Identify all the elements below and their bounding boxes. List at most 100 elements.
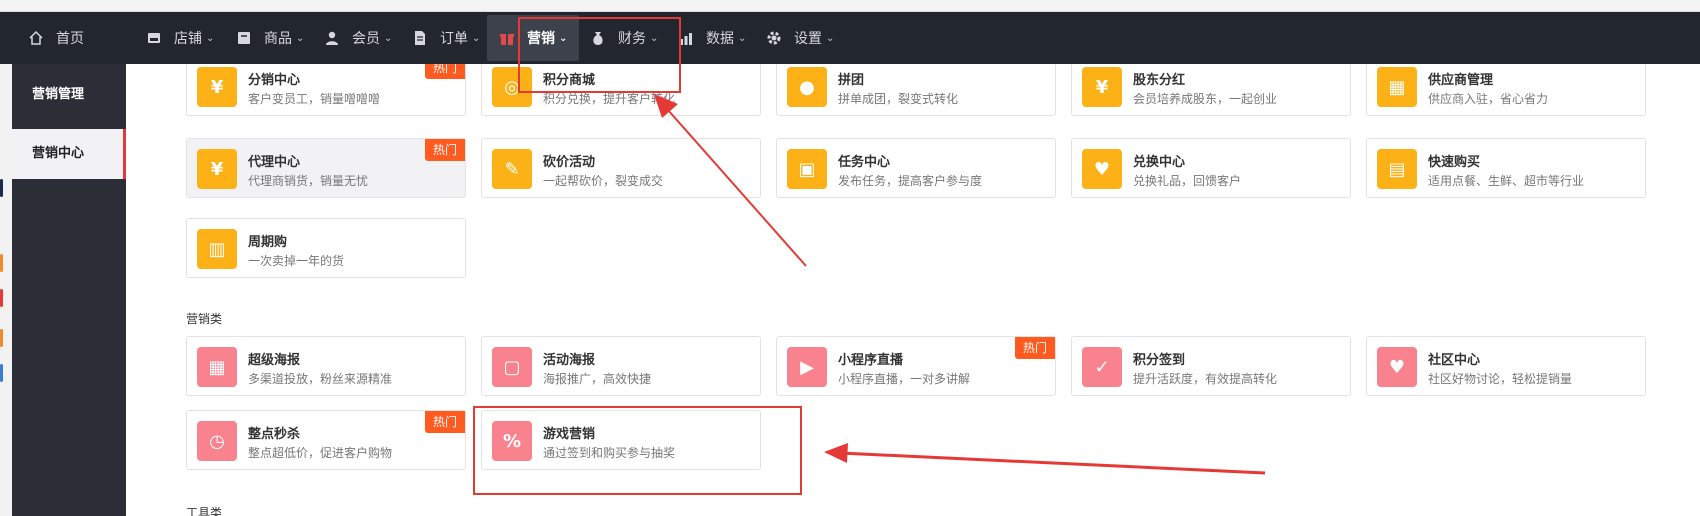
store-icon (146, 30, 162, 46)
card-points-signin[interactable]: ✓ 积分签到 提升活跃度，有效提高转化 (1071, 336, 1351, 396)
goods-icon (236, 30, 252, 46)
nav-home[interactable]: 首页 (28, 12, 84, 64)
card-desc: 兑换礼品，回馈客户 (1133, 174, 1242, 188)
card-agent-center[interactable]: ¥ 代理中心 代理商销货，销量无忧 热门 (186, 138, 466, 198)
card-supplier-management[interactable]: ▦ 供应商管理 供应商入驻，省心省力 (1366, 64, 1646, 116)
building-icon: ▦ (1377, 67, 1417, 107)
card-activity-poster[interactable]: ▢ 活动海报 海报推广，高效快捷 (481, 336, 761, 396)
hot-badge: 热门 (425, 139, 465, 161)
nav-member[interactable]: 会员 ⌄ (324, 12, 392, 64)
sidebar: 营销管理 营销中心 (12, 64, 126, 516)
nav-goods[interactable]: 商品 ⌄ (236, 12, 304, 64)
card-mini-program-live[interactable]: ▶ 小程序直播 小程序直播，一对多讲解 热门 (776, 336, 1056, 396)
heart-star-icon: ♥ (1377, 347, 1417, 387)
qrcode-icon: ▦ (197, 347, 237, 387)
card-bargain[interactable]: ✎ 砍价活动 一起帮砍价，裂变成交 (481, 138, 761, 198)
card-desc: 一起帮砍价，裂变成交 (543, 174, 664, 188)
card-desc: 客户变员工，销量噌噌噌 (248, 92, 381, 106)
top-nav-bar: 首页 店铺 ⌄ 商品 ⌄ 会员 ⌄ 订单 ⌄ 营销 ⌄ 财务 ⌄ 数据 ⌄ 设置… (0, 12, 1700, 64)
section-label-tools: 工具类 (186, 506, 223, 516)
money-bag-icon (590, 30, 606, 46)
card-desc: 整点超低价，促进客户购物 (248, 446, 393, 460)
card-shareholder-dividend[interactable]: ¥ 股东分红 会员培养成股东，一起创业 (1071, 64, 1351, 116)
card-flash-sale[interactable]: ◷ 整点秒杀 整点超低价，促进客户购物 热门 (186, 410, 466, 470)
card-title: 社区中心 (1428, 353, 1481, 368)
nav-finance-label: 财务 (618, 31, 646, 47)
card-title: 分销中心 (248, 73, 301, 88)
chart-icon (678, 30, 694, 46)
order-icon (412, 30, 428, 46)
browser-side-strip (0, 64, 12, 516)
nav-finance[interactable]: 财务 ⌄ (590, 12, 658, 64)
card-exchange-center[interactable]: ♥ 兑换中心 兑换礼品，回馈客户 (1071, 138, 1351, 198)
strip-tab-icon (0, 289, 3, 307)
tv-live-icon: ▶ (787, 347, 827, 387)
card-title: 积分签到 (1133, 353, 1186, 368)
card-title: 兑换中心 (1133, 155, 1186, 170)
nav-order[interactable]: 订单 ⌄ (412, 12, 480, 64)
card-desc: 会员培养成股东，一起创业 (1133, 92, 1278, 106)
card-title: 任务中心 (838, 155, 891, 170)
card-desc: 拼单成团，裂变式转化 (838, 92, 959, 106)
poster-icon: ▢ (492, 347, 532, 387)
card-desc: 供应商入驻，省心省力 (1428, 92, 1549, 106)
calendar-check-icon: ✓ (1082, 347, 1122, 387)
sidebar-item-marketing-management[interactable]: 营销管理 (12, 70, 126, 120)
card-desc: 通过签到和购买参与抽奖 (543, 446, 676, 460)
card-desc: 多渠道投放，粉丝来源精准 (248, 372, 393, 386)
alarm-clock-icon: ◷ (197, 421, 237, 461)
sidebar-item-marketing-center[interactable]: 营销中心 (12, 129, 126, 179)
hot-badge: 热门 (1015, 337, 1055, 359)
dividend-icon: ¥ (1082, 67, 1122, 107)
chevron-down-icon: ⌄ (738, 32, 747, 44)
card-group-buy[interactable]: ● 拼团 拼单成团，裂变式转化 (776, 64, 1056, 116)
distribution-icon: ¥ (197, 67, 237, 107)
price-tag-icon: ✎ (492, 149, 532, 189)
card-title: 拼团 (838, 73, 865, 88)
card-super-poster[interactable]: ▦ 超级海报 多渠道投放，粉丝来源精准 (186, 336, 466, 396)
user-icon (324, 30, 340, 46)
card-title: 快速购买 (1428, 155, 1481, 170)
card-desc: 提升活跃度，有效提高转化 (1133, 372, 1278, 386)
card-desc: 适用点餐、生鲜、超市等行业 (1428, 174, 1585, 188)
card-title: 周期购 (248, 235, 288, 250)
percent-icon: % (492, 421, 532, 461)
card-title: 积分商城 (543, 73, 596, 88)
hot-badge: 热门 (425, 64, 465, 79)
card-desc: 海报推广，高效快捷 (543, 372, 652, 386)
card-title: 活动海报 (543, 353, 596, 368)
chevron-down-icon: ⌄ (296, 32, 305, 44)
gift-icon (499, 30, 515, 46)
card-desc: 代理商销货，销量无忧 (248, 174, 369, 188)
nav-data[interactable]: 数据 ⌄ (678, 12, 746, 64)
chevron-down-icon: ⌄ (826, 32, 835, 44)
chevron-down-icon: ⌄ (472, 32, 481, 44)
nav-data-label: 数据 (706, 31, 734, 47)
hot-badge: 热门 (425, 411, 465, 433)
card-desc: 发布任务，提高客户参与度 (838, 174, 983, 188)
card-task-center[interactable]: ▣ 任务中心 发布任务，提高客户参与度 (776, 138, 1056, 198)
chevron-down-icon: ⌄ (650, 32, 659, 44)
nav-goods-label: 商品 (264, 31, 292, 47)
nav-order-label: 订单 (440, 31, 468, 47)
chevron-down-icon: ⌄ (559, 32, 568, 44)
nav-marketing[interactable]: 营销 ⌄ (487, 15, 580, 61)
card-distribution-center[interactable]: ¥ 分销中心 客户变员工，销量噌噌噌 热门 (186, 64, 466, 116)
nav-settings[interactable]: 设置 ⌄ (766, 12, 834, 64)
calendar-icon: ▥ (197, 229, 237, 269)
chevron-down-icon: ⌄ (206, 32, 215, 44)
home-icon (28, 30, 44, 46)
card-game-marketing[interactable]: % 游戏营销 通过签到和购买参与抽奖 (481, 410, 761, 470)
card-title: 游戏营销 (543, 427, 596, 442)
gear-icon (766, 30, 782, 46)
card-points-mall[interactable]: ◎ 积分商城 积分兑换，提升客户转化 (481, 64, 761, 116)
nav-store-label: 店铺 (174, 31, 202, 47)
marketing-center-content: ¥ 分销中心 客户变员工，销量噌噌噌 热门 ◎ 积分商城 积分兑换，提升客户转化… (126, 64, 1700, 516)
card-quick-buy[interactable]: ▤ 快速购买 适用点餐、生鲜、超市等行业 (1366, 138, 1646, 198)
card-periodic-purchase[interactable]: ▥ 周期购 一次卖掉一年的货 (186, 218, 466, 278)
card-community-center[interactable]: ♥ 社区中心 社区好物讨论，轻松提销量 (1366, 336, 1646, 396)
nav-store[interactable]: 店铺 ⌄ (146, 12, 214, 64)
points-coin-icon: ◎ (492, 67, 532, 107)
card-title: 整点秒杀 (248, 427, 301, 442)
card-desc: 社区好物讨论，轻松提销量 (1428, 372, 1573, 386)
